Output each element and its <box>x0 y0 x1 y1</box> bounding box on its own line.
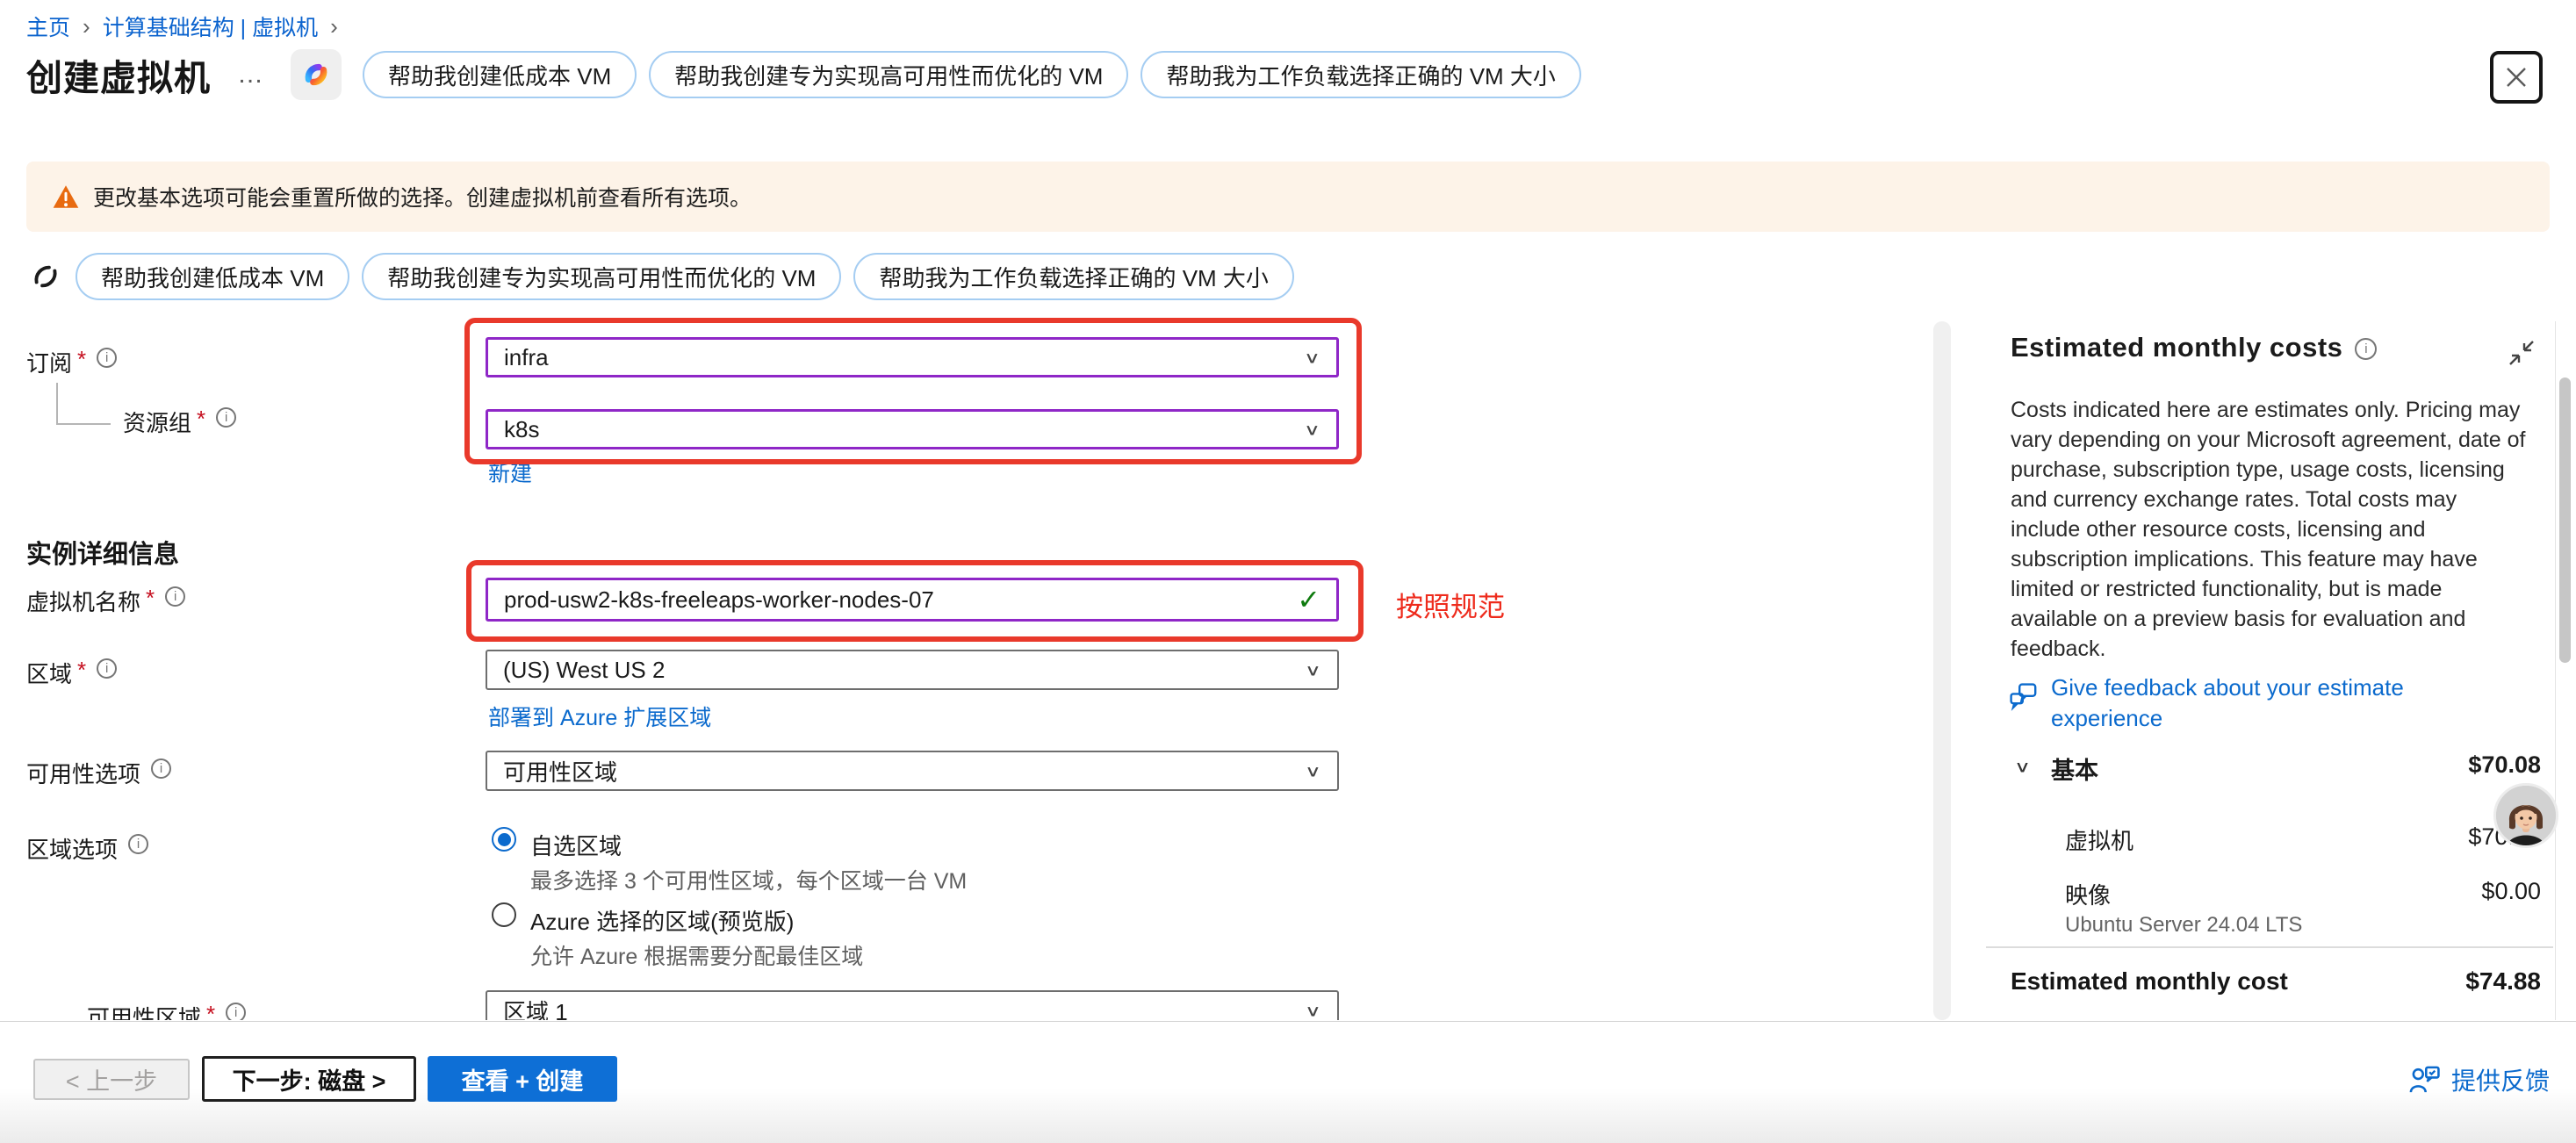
vm-name-input[interactable]: prod-usw2-k8s-freeleaps-worker-nodes-07 … <box>486 578 1339 622</box>
previous-button[interactable]: < 上一步 <box>33 1059 190 1100</box>
azure-selected-zones-desc: 允许 Azure 根据需要分配最佳区域 <box>530 939 863 971</box>
copilot-icon <box>300 59 332 90</box>
panel-divider <box>1986 946 2553 948</box>
cost-item-sub: Ubuntu Server 24.04 LTS <box>2065 913 2302 938</box>
review-create-button[interactable]: 查看 + 创建 <box>428 1056 617 1102</box>
breadcrumb-section-link[interactable]: 计算基础结构 | 虚拟机 <box>103 11 318 42</box>
page-title: 创建虚拟机 <box>26 48 211 101</box>
self-select-zones-radio-label[interactable]: 自选区域 <box>530 829 622 861</box>
required-asterisk: * <box>146 585 155 612</box>
cost-item-amount: $0.00 <box>2481 878 2541 905</box>
required-asterisk: * <box>77 346 86 373</box>
suggestion-low-cost-vm-button[interactable]: 帮助我创建低成本 VM <box>76 253 349 300</box>
cost-disclaimer: Costs indicated here are estimates only.… <box>2011 395 2527 664</box>
info-icon[interactable]: i <box>128 834 148 854</box>
chevron-down-icon: ∨ <box>1305 660 1321 679</box>
suggestion-right-vm-size-button[interactable]: 帮助我为工作负载选择正确的 VM 大小 <box>853 253 1293 300</box>
group-chevron-icon[interactable]: ∨ <box>2014 758 2031 777</box>
region-dropdown[interactable]: (US) West US 2 ∨ <box>486 650 1339 690</box>
copilot-suggestions-top: 帮助我创建低成本 VM 帮助我创建专为实现高可用性而优化的 VM 帮助我为工作负… <box>363 51 1581 98</box>
self-select-zones-radio[interactable] <box>492 827 516 852</box>
more-menu-icon[interactable]: … <box>237 60 266 90</box>
total-cost-amount: $74.88 <box>2465 967 2541 996</box>
availability-options-label: 可用性选项 i <box>26 757 171 789</box>
warning-text: 更改基本选项可能会重置所做的选择。创建虚拟机前查看所有选项。 <box>93 181 752 212</box>
close-icon <box>2505 66 2528 89</box>
info-icon[interactable]: i <box>97 658 117 679</box>
field-connector-line <box>56 383 111 425</box>
availability-zone-label: 可用性区域 * i <box>87 1001 246 1020</box>
availability-options-dropdown[interactable]: 可用性区域 ∨ <box>486 751 1339 791</box>
availability-zone-dropdown[interactable]: 区域 1 ∨ <box>486 990 1339 1020</box>
self-select-zones-desc: 最多选择 3 个可用性区域，每个区域一台 VM <box>530 864 967 895</box>
estimate-feedback-link[interactable]: Give feedback about your estimate experi… <box>2009 672 2464 734</box>
copilot-button[interactable] <box>291 49 342 100</box>
info-icon[interactable]: i <box>216 407 236 428</box>
info-icon[interactable]: i <box>97 348 117 368</box>
azure-selected-zones-radio[interactable] <box>492 902 516 927</box>
suggestion-low-cost-vm-button[interactable]: 帮助我创建低成本 VM <box>363 51 637 98</box>
chevron-down-icon: ∨ <box>1304 348 1320 367</box>
required-asterisk: * <box>206 1001 215 1020</box>
breadcrumb-home-link[interactable]: 主页 <box>26 11 70 42</box>
breadcrumb: 主页 › 计算基础结构 | 虚拟机 › <box>26 11 338 42</box>
info-icon[interactable]: i <box>165 586 185 607</box>
subscription-dropdown[interactable]: infra ∨ <box>486 337 1339 377</box>
availability-zone-row-clipped: 可用性区域 * i 区域 1 ∨ <box>0 985 1923 1020</box>
deploy-edge-zone-link[interactable]: 部署到 Azure 扩展区域 <box>488 701 711 732</box>
chevron-right-icon: › <box>330 13 338 40</box>
annotation-text: 按照规范 <box>1396 585 1505 624</box>
subscription-label: 订阅 * i <box>26 346 117 378</box>
info-icon[interactable]: i <box>151 758 171 779</box>
page-scrollbar-thumb[interactable] <box>2559 377 2571 663</box>
chevron-right-icon: › <box>83 13 90 40</box>
required-asterisk: * <box>77 657 86 684</box>
cost-panel-title-row: Estimated monthly costs i <box>2011 332 2377 363</box>
region-label: 区域 * i <box>26 657 117 689</box>
zone-options-label: 区域选项 i <box>26 832 148 865</box>
avatar-image <box>2496 786 2556 845</box>
collapse-panel-icon[interactable] <box>2508 339 2536 367</box>
cost-item-name: 映像 <box>2065 878 2111 910</box>
suggestion-right-vm-size-button[interactable]: 帮助我为工作负载选择正确的 VM 大小 <box>1140 51 1580 98</box>
chevron-down-icon: ∨ <box>1305 1001 1321 1020</box>
feedback-bubbles-icon <box>2009 681 2039 713</box>
feedback-link[interactable]: 提供反馈 <box>2409 1062 2550 1097</box>
azure-selected-zones-radio-label[interactable]: Azure 选择的区域(预览版) <box>530 904 794 937</box>
info-icon[interactable]: i <box>2355 338 2377 360</box>
avatar[interactable] <box>2493 783 2558 848</box>
next-disks-button[interactable]: 下一步: 磁盘 > <box>202 1056 416 1102</box>
panel-scroll-edge <box>2555 321 2556 1020</box>
form-scrollbar[interactable] <box>1933 321 1951 1020</box>
create-vm-page: 主页 › 计算基础结构 | 虚拟机 › 创建虚拟机 … 帮 <box>0 0 2576 1143</box>
warning-banner: 更改基本选项可能会重置所做的选择。创建虚拟机前查看所有选项。 <box>26 162 2550 232</box>
copilot-suggestions-row: 帮助我创建低成本 VM 帮助我创建专为实现高可用性而优化的 VM 帮助我为工作负… <box>26 251 1294 302</box>
create-new-resource-group-link[interactable]: 新建 <box>488 456 532 488</box>
copilot-outline-icon <box>26 255 65 298</box>
cost-item-name: 虚拟机 <box>2065 823 2133 856</box>
cost-group-name[interactable]: 基本 <box>2051 751 2098 786</box>
valid-check-icon: ✓ <box>1297 583 1320 616</box>
vm-name-label: 虚拟机名称 * i <box>26 585 185 617</box>
cost-panel-title: Estimated monthly costs <box>2011 332 2342 363</box>
title-row: 创建虚拟机 … 帮助我创建低成本 VM 帮助我创建专为实现高可用性而优化的 VM… <box>26 46 1581 104</box>
total-cost-label: Estimated monthly cost <box>2011 967 2288 996</box>
feedback-person-icon <box>2409 1065 2441 1095</box>
info-icon[interactable]: i <box>226 1003 246 1020</box>
required-asterisk: * <box>197 406 205 433</box>
chevron-down-icon: ∨ <box>1304 420 1320 439</box>
close-button[interactable] <box>2490 51 2543 104</box>
warning-icon <box>53 184 79 209</box>
resource-group-label: 资源组 * i <box>123 406 236 438</box>
chevron-down-icon: ∨ <box>1305 761 1321 780</box>
instance-details-heading: 实例详细信息 <box>26 534 179 571</box>
resource-group-dropdown[interactable]: k8s ∨ <box>486 409 1339 449</box>
suggestion-high-availability-vm-button[interactable]: 帮助我创建专为实现高可用性而优化的 VM <box>362 253 841 300</box>
cost-group-amount: $70.08 <box>2468 751 2541 779</box>
suggestion-high-availability-vm-button[interactable]: 帮助我创建专为实现高可用性而优化的 VM <box>649 51 1128 98</box>
